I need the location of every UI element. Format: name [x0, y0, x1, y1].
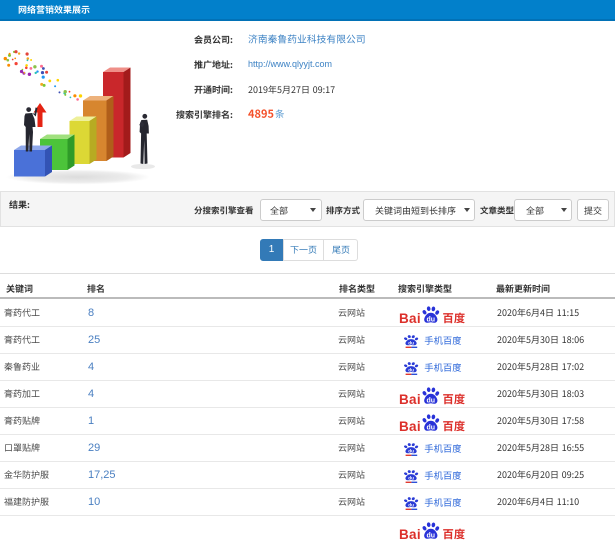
svg-text:du: du	[408, 475, 414, 480]
svg-text:Bai: Bai	[399, 419, 421, 432]
svg-text:Bai: Bai	[399, 311, 421, 324]
svg-text:du: du	[426, 424, 435, 431]
svg-text:Bai: Bai	[399, 527, 421, 540]
svg-text:du: du	[408, 502, 414, 507]
svg-text:du: du	[408, 340, 414, 345]
svg-text:du: du	[426, 532, 435, 539]
svg-text:Bai: Bai	[399, 392, 421, 405]
svg-text:du: du	[408, 367, 414, 372]
svg-text:du: du	[426, 316, 435, 323]
svg-text:du: du	[408, 448, 414, 453]
svg-text:du: du	[426, 397, 435, 404]
